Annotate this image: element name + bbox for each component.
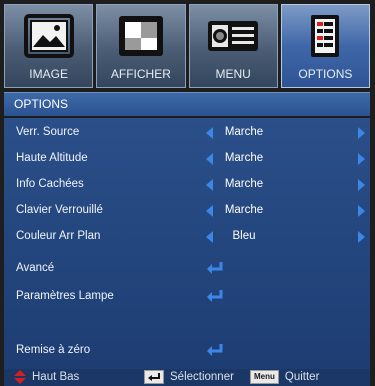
arrow-right-icon[interactable] xyxy=(358,179,365,191)
row-label: Avancé xyxy=(16,262,55,274)
menu-row-remise-a-zero[interactable]: Remise à zéro xyxy=(4,338,370,364)
section-header: OPTIONS xyxy=(4,92,370,116)
options-list-icon xyxy=(311,15,340,57)
menu-row-parametres-lampe[interactable]: Paramètres Lampe xyxy=(4,284,370,310)
section-title: OPTIONS xyxy=(14,97,69,111)
picture-icon xyxy=(23,14,74,58)
arrow-right-icon[interactable] xyxy=(358,153,365,165)
footer-nav-label: Haut Bas xyxy=(32,371,80,383)
arrow-right-icon[interactable] xyxy=(358,127,365,139)
menu-row-haute-altitude[interactable]: Haute Altitude Marche xyxy=(4,146,370,172)
options-menu: Verr. Source Marche Haute Altitude March… xyxy=(4,118,370,369)
row-value: Marche xyxy=(224,152,264,164)
tab-menu[interactable]: MENU xyxy=(188,4,278,88)
tab-bar: IMAGE AFFICHER MENU OPTIONS xyxy=(4,4,370,88)
row-label: Verr. Source xyxy=(16,126,80,138)
row-label: Couleur Arr Plan xyxy=(16,230,101,242)
row-value: Marche xyxy=(224,204,264,216)
arrow-right-icon[interactable] xyxy=(358,205,365,217)
tab-label: IMAGE xyxy=(29,67,68,81)
row-value: Marche xyxy=(224,126,264,138)
tab-label: AFFICHER xyxy=(110,67,171,81)
row-value: Marche xyxy=(224,178,264,190)
footer-help-bar: Haut Bas Sélectionner Menu Quitter xyxy=(4,369,370,386)
tab-afficher[interactable]: AFFICHER xyxy=(96,4,186,88)
enter-icon[interactable] xyxy=(206,289,224,303)
enter-icon[interactable] xyxy=(206,261,224,275)
footer-quit-hint: Menu Quitter xyxy=(250,370,319,384)
row-value: Bleu xyxy=(232,230,256,242)
projector-icon xyxy=(208,21,259,51)
row-label: Info Cachées xyxy=(16,178,84,190)
up-down-arrows-icon xyxy=(14,370,26,384)
menu-row-info-cachees[interactable]: Info Cachées Marche xyxy=(4,172,370,198)
row-label: Remise à zéro xyxy=(16,344,91,356)
display-icon xyxy=(118,16,163,56)
menu-row-avance[interactable]: Avancé xyxy=(4,256,370,282)
enter-key-icon xyxy=(144,370,164,384)
row-label: Haute Altitude xyxy=(16,152,88,164)
arrow-right-icon[interactable] xyxy=(358,231,365,243)
row-label: Paramètres Lampe xyxy=(16,290,114,302)
footer-select-hint: Sélectionner xyxy=(144,370,234,384)
footer-quit-label: Quitter xyxy=(284,371,320,383)
menu-row-clavier-verrouille[interactable]: Clavier Verrouillé Marche xyxy=(4,198,370,224)
menu-row-couleur-arr-plan[interactable]: Couleur Arr Plan Bleu xyxy=(4,224,370,250)
enter-icon[interactable] xyxy=(206,343,224,357)
tab-label: OPTIONS xyxy=(298,67,353,81)
footer-select-label: Sélectionner xyxy=(170,371,234,383)
menu-key-icon: Menu xyxy=(250,370,279,384)
tab-image[interactable]: IMAGE xyxy=(4,4,94,88)
tab-options[interactable]: OPTIONS xyxy=(280,4,370,88)
tab-label: MENU xyxy=(215,67,251,81)
row-label: Clavier Verrouillé xyxy=(16,204,103,216)
footer-nav-hint: Haut Bas xyxy=(14,370,79,384)
menu-row-verr-source[interactable]: Verr. Source Marche xyxy=(4,120,370,146)
